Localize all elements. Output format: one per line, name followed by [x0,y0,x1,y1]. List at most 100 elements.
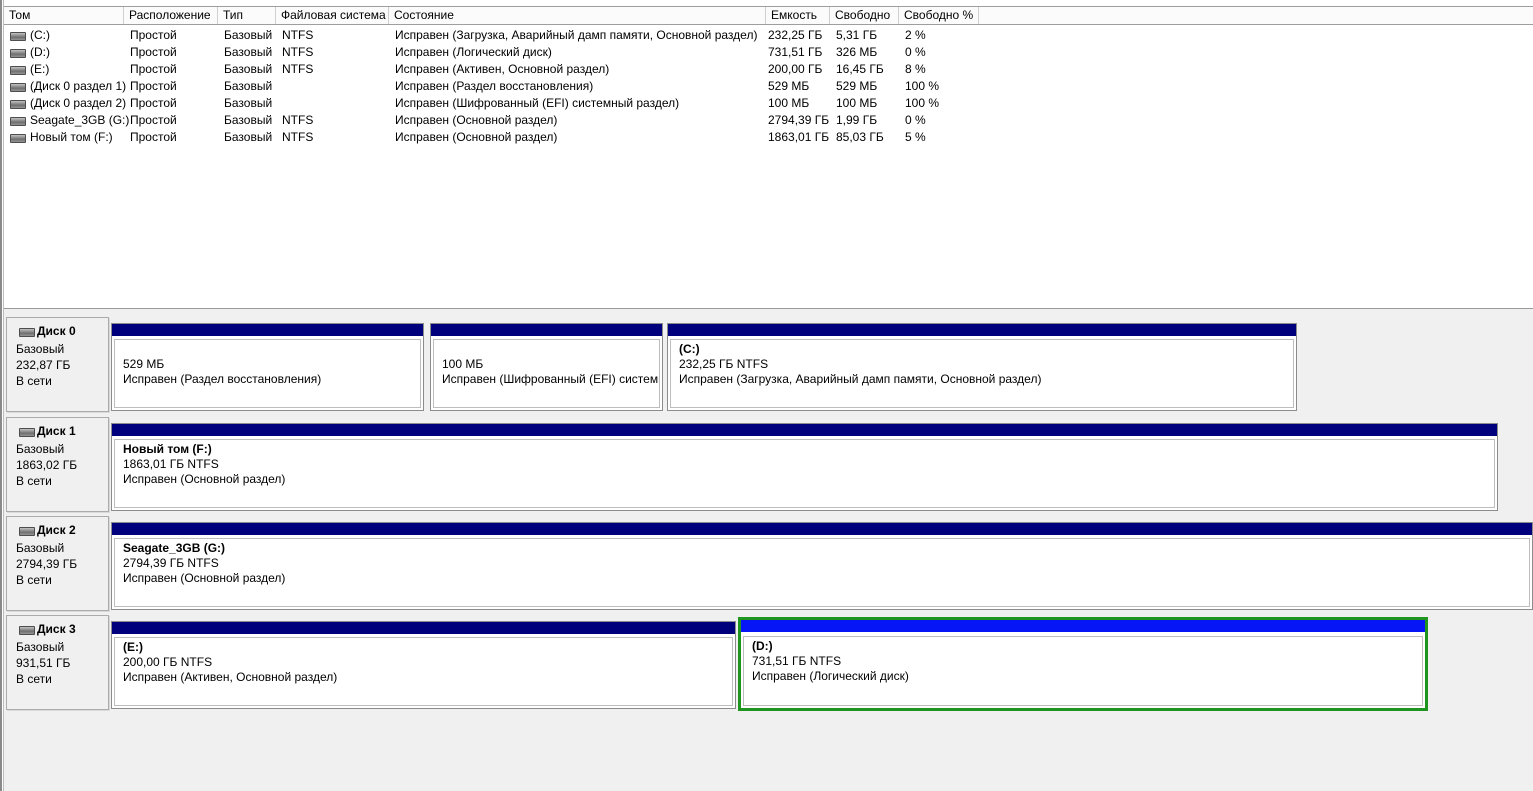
disk-2-label[interactable]: Диск 2 Базовый 2794,39 ГБ В сети [6,516,109,611]
volume-list-pane: Том Расположение Тип Файловая система Со… [4,0,1533,307]
volume-type: Базовый [224,95,272,112]
volume-icon [10,117,26,126]
disk-type: Базовый [16,442,64,456]
partition-recovery[interactable]: 529 МБ Исправен (Раздел восстановления) [111,323,424,411]
volume-row-f[interactable]: Новый том (F:) Простой Базовый NTFS Испр… [4,129,1533,146]
disk-icon [19,328,35,337]
disk-size: 1863,02 ГБ [16,458,77,472]
column-header-status[interactable]: Состояние [389,7,766,24]
partition-c[interactable]: (C:) 232,25 ГБ NTFS Исправен (Загрузка, … [667,323,1297,411]
disk-0-label[interactable]: Диск 0 Базовый 232,87 ГБ В сети [6,317,109,412]
volume-free-pct: 8 % [905,61,926,78]
volume-icon [10,49,26,58]
partition-d-extended-frame[interactable]: (D:) 731,51 ГБ NTFS Исправен (Логический… [738,617,1428,711]
column-header-type[interactable]: Тип [218,7,276,24]
partition-name: (D:) [752,639,1422,654]
partition-name: Новый том (F:) [123,442,1494,457]
volume-row-disk0-part2[interactable]: (Диск 0 раздел 2) Простой Базовый Исправ… [4,95,1533,112]
volume-type: Базовый [224,44,272,61]
partition-color-band [112,622,735,634]
column-header-capacity[interactable]: Емкость [766,7,830,24]
volume-status: Исправен (Основной раздел) [395,112,557,129]
volume-fs: NTFS [282,27,313,44]
partition-f[interactable]: Новый том (F:) 1863,01 ГБ NTFS Исправен … [111,423,1498,511]
partition-size: 2794,39 ГБ NTFS [123,556,1529,571]
volume-free: 529 МБ [836,78,877,95]
volume-type: Базовый [224,129,272,146]
disk-3-label[interactable]: Диск 3 Базовый 931,51 ГБ В сети [6,615,109,710]
volume-layout: Простой [130,129,177,146]
partition-name: (C:) [679,342,1293,357]
volume-type: Базовый [224,27,272,44]
volume-free-pct: 100 % [905,78,939,95]
volume-free-pct: 5 % [905,129,926,146]
volume-status: Исправен (Активен, Основной раздел) [395,61,609,78]
volume-status: Исправен (Логический диск) [395,44,552,61]
volume-layout: Простой [130,44,177,61]
volume-layout: Простой [130,95,177,112]
volume-type: Базовый [224,112,272,129]
volume-capacity: 529 МБ [768,78,809,95]
volume-name: (E:) [30,61,49,78]
volume-row-d[interactable]: (D:) Простой Базовый NTFS Исправен (Логи… [4,44,1533,61]
disk-icon [19,527,35,536]
disk-type: Базовый [16,541,64,555]
volume-free: 1,99 ГБ [836,112,877,129]
disk-type: Базовый [16,640,64,654]
partition-efi[interactable]: 100 МБ Исправен (Шифрованный (EFI) систе… [430,323,663,411]
partition-color-band [431,324,662,336]
column-header-free[interactable]: Свободно [830,7,899,24]
partition-info: (D:) 731,51 ГБ NTFS Исправен (Логический… [743,636,1423,706]
column-header-layout[interactable]: Расположение [124,7,218,24]
disk-name: Диск 2 [37,523,76,537]
column-header-free-pct[interactable]: Свободно % [899,7,979,24]
disk-3-row: Диск 3 Базовый 931,51 ГБ В сети (E:) 200… [4,615,1533,713]
disk-size: 232,87 ГБ [16,358,70,372]
disk-1-label[interactable]: Диск 1 Базовый 1863,02 ГБ В сети [6,417,109,512]
volume-type: Базовый [224,78,272,95]
volume-capacity: 232,25 ГБ [768,27,822,44]
volume-name: Seagate_3GB (G:) [30,112,129,129]
volume-icon [10,134,26,143]
disk-status: В сети [16,374,52,388]
partition-size: 100 МБ [442,357,659,372]
volume-free-pct: 100 % [905,95,939,112]
volume-list-header: Том Расположение Тип Файловая система Со… [4,6,1533,25]
partition-color-band [741,620,1425,632]
volume-row-e[interactable]: (E:) Простой Базовый NTFS Исправен (Акти… [4,61,1533,78]
volume-fs: NTFS [282,112,313,129]
partition-name: (E:) [123,640,732,655]
partition-name [123,342,420,357]
column-header-fs[interactable]: Файловая система [276,7,389,24]
partition-g[interactable]: Seagate_3GB (G:) 2794,39 ГБ NTFS Исправе… [111,522,1533,610]
volume-free-pct: 2 % [905,27,926,44]
volume-fs: NTFS [282,129,313,146]
disk-type: Базовый [16,342,64,356]
volume-name: (D:) [30,44,50,61]
volume-status: Исправен (Загрузка, Аварийный дамп памят… [395,27,757,44]
partition-color-band [668,324,1296,336]
volume-row-c[interactable]: (C:) Простой Базовый NTFS Исправен (Загр… [4,27,1533,44]
partition-e[interactable]: (E:) 200,00 ГБ NTFS Исправен (Активен, О… [111,621,736,709]
column-header-filler [979,7,1533,24]
disk-status: В сети [16,573,52,587]
volume-name: Новый том (F:) [30,129,113,146]
volume-capacity: 1863,01 ГБ [768,129,829,146]
volume-row-g[interactable]: Seagate_3GB (G:) Простой Базовый NTFS Ис… [4,112,1533,129]
volume-capacity: 2794,39 ГБ [768,112,829,129]
partition-size: 529 МБ [123,357,420,372]
partition-info: (E:) 200,00 ГБ NTFS Исправен (Активен, О… [114,637,733,706]
partition-info: 100 МБ Исправен (Шифрованный (EFI) систе… [433,339,660,408]
volume-name: (Диск 0 раздел 1) [30,78,126,95]
partition-status: Исправен (Активен, Основной раздел) [123,670,732,685]
volume-row-disk0-part1[interactable]: (Диск 0 раздел 1) Простой Базовый Исправ… [4,78,1533,95]
disk-name: Диск 1 [37,424,76,438]
partition-color-band [112,523,1532,535]
volume-capacity: 100 МБ [768,95,809,112]
column-header-volume[interactable]: Том [4,7,124,24]
disk-1-row: Диск 1 Базовый 1863,02 ГБ В сети Новый т… [4,417,1533,515]
volume-free-pct: 0 % [905,44,926,61]
disk-size: 931,51 ГБ [16,656,70,670]
disk-0-row: Диск 0 Базовый 232,87 ГБ В сети 529 МБ И… [4,317,1533,415]
partition-status: Исправен (Загрузка, Аварийный дамп памят… [679,372,1293,387]
